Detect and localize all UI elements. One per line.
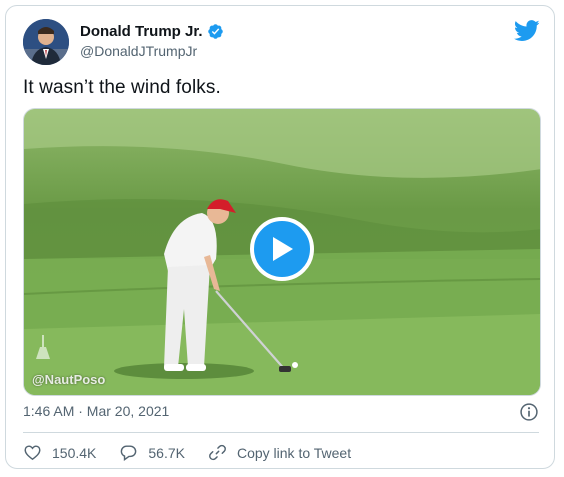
tweet-card[interactable]: Donald Trump Jr. @DonaldJTrumpJr It wasn… (5, 5, 555, 469)
like-count: 150.4K (52, 444, 97, 461)
link-icon (209, 444, 226, 461)
video-player[interactable]: @NautPoso (23, 108, 541, 396)
twitter-bird-icon[interactable] (514, 20, 540, 42)
avatar[interactable] (23, 19, 69, 65)
reply-button[interactable]: 56.7K (119, 443, 185, 462)
author-handle[interactable]: @DonaldJTrumpJr (80, 43, 197, 59)
author-name-row[interactable]: Donald Trump Jr. (80, 23, 224, 40)
play-button[interactable] (250, 217, 314, 281)
copy-link-button[interactable]: Copy link to Tweet (208, 443, 351, 462)
copy-link-label: Copy link to Tweet (236, 444, 352, 461)
divider (23, 432, 539, 433)
author-display-name[interactable]: Donald Trump Jr. (80, 23, 203, 40)
tweet-actions: 150.4K 56.7K Copy link to Tweet (23, 443, 374, 462)
heart-icon (24, 445, 41, 461)
tweet-timestamp[interactable]: 1:46 AM · Mar 20, 2021 (23, 403, 169, 419)
verified-badge-icon (207, 24, 223, 39)
info-icon[interactable] (519, 402, 539, 422)
video-watermark: @NautPoso (32, 372, 106, 387)
reply-count: 56.7K (148, 444, 185, 461)
like-button[interactable]: 150.4K (23, 443, 96, 462)
reply-icon (121, 445, 137, 462)
play-icon (273, 237, 293, 261)
tweet-text: It wasn’t the wind folks. (23, 77, 221, 98)
